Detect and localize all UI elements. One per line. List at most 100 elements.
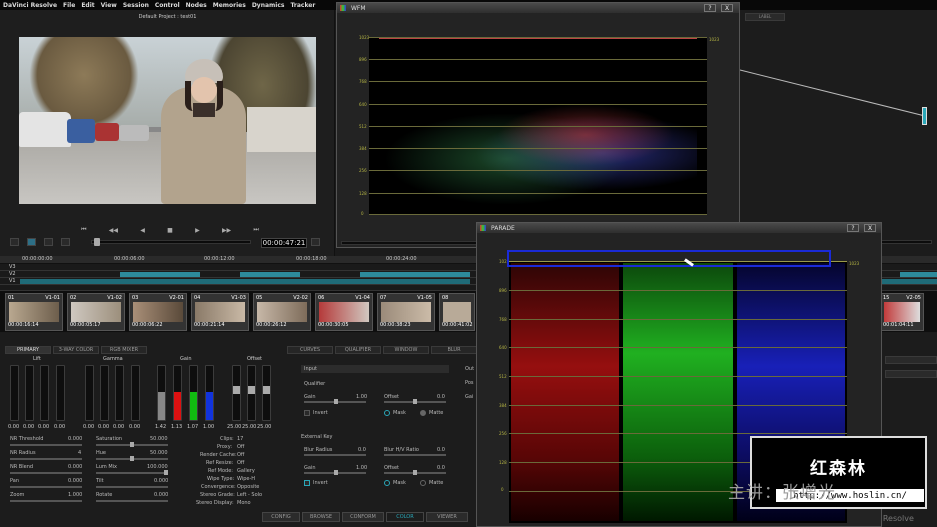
speaker-icon[interactable] bbox=[61, 238, 70, 246]
tab-qualifier[interactable]: QUALIFIER bbox=[335, 346, 381, 354]
qualifier-offset-value[interactable]: 0.0 bbox=[437, 394, 445, 400]
scrub-handle[interactable] bbox=[94, 238, 100, 246]
gain-slider-r[interactable] bbox=[173, 365, 182, 421]
clip-thumbnail[interactable]: 04 V1-03 00:00:21:14 bbox=[191, 293, 249, 331]
offset-slider-b[interactable] bbox=[262, 365, 271, 421]
menu-memories[interactable]: Memories bbox=[213, 2, 246, 9]
node-tab[interactable]: LABEL bbox=[745, 13, 785, 21]
pan-value[interactable]: 0.000 bbox=[68, 478, 82, 484]
clip-thumbnail[interactable]: 06 V1-04 00:00:30:05 bbox=[315, 293, 373, 331]
tilt-value[interactable]: 0.000 bbox=[154, 478, 168, 484]
pan-slider[interactable] bbox=[10, 486, 82, 488]
page-tab-browse[interactable]: BROWSE bbox=[302, 512, 340, 522]
tab-curves[interactable]: CURVES bbox=[287, 346, 333, 354]
play-button[interactable]: ▶ bbox=[195, 227, 200, 234]
tab-window[interactable]: WINDOW bbox=[383, 346, 429, 354]
qualifier-input-bar[interactable] bbox=[301, 365, 449, 373]
gain-slider-b[interactable] bbox=[205, 365, 214, 421]
gamma-slider-g[interactable] bbox=[115, 365, 124, 421]
menu-dynamics[interactable]: Dynamics bbox=[252, 2, 285, 9]
qualifier-gain-knob[interactable] bbox=[334, 399, 338, 404]
reverse-play-button[interactable]: ◀ bbox=[140, 227, 145, 234]
clip-thumbnail[interactable]: 03 V2-01 00:00:06:22 bbox=[129, 293, 187, 331]
ext-invert-checkbox[interactable] bbox=[304, 480, 310, 486]
timeline-clip[interactable] bbox=[240, 272, 300, 277]
zoom-slider[interactable] bbox=[10, 500, 82, 502]
blur-ratio-value[interactable]: 0.0 bbox=[437, 447, 445, 453]
menu-view[interactable]: View bbox=[101, 2, 117, 9]
page-tab-config[interactable]: CONFIG bbox=[262, 512, 300, 522]
nr-blend-value[interactable]: 0.000 bbox=[68, 464, 82, 470]
menu-session[interactable]: Session bbox=[123, 2, 149, 9]
clip-thumbnail[interactable]: 05 V2-02 00:00:26:12 bbox=[253, 293, 311, 331]
blur-radius-slider[interactable] bbox=[304, 454, 366, 456]
tilt-slider[interactable] bbox=[96, 486, 168, 488]
nr-blend-slider[interactable] bbox=[10, 472, 82, 474]
lift-slider-y[interactable] bbox=[10, 365, 19, 421]
ext-offset-value[interactable]: 0.0 bbox=[437, 465, 445, 471]
lum-mix-knob[interactable] bbox=[164, 470, 168, 475]
timeline-clip[interactable] bbox=[900, 272, 937, 277]
split-view-icon[interactable] bbox=[44, 238, 53, 246]
blur-radius-value[interactable]: 0.0 bbox=[358, 447, 366, 453]
ext-gain-value[interactable]: 1.00 bbox=[356, 465, 367, 471]
help-icon[interactable]: ? bbox=[704, 4, 716, 12]
timeline-clip[interactable] bbox=[20, 279, 470, 284]
clip-thumbnail[interactable]: 02 V1-02 00:00:05:17 bbox=[67, 293, 125, 331]
lum-mix-slider[interactable] bbox=[96, 472, 168, 474]
selection-rectangle[interactable] bbox=[507, 250, 831, 267]
menu-file[interactable]: File bbox=[63, 2, 75, 9]
page-tab-conform[interactable]: CONFORM bbox=[342, 512, 384, 522]
qualifier-offset-knob[interactable] bbox=[413, 399, 417, 404]
clip-thumbnail[interactable]: 01 V1-01 00:00:16:14 bbox=[5, 293, 63, 331]
ext-matte-radio[interactable] bbox=[420, 480, 426, 486]
gain-slider-g[interactable] bbox=[189, 365, 198, 421]
mask-radio[interactable] bbox=[384, 410, 390, 416]
pen-icon[interactable] bbox=[27, 238, 36, 246]
gamma-slider-y[interactable] bbox=[85, 365, 94, 421]
close-icon[interactable]: X bbox=[721, 4, 733, 12]
stop-button[interactable]: ■ bbox=[167, 227, 173, 234]
wfm-title-bar[interactable]: WFM ? X bbox=[337, 3, 739, 13]
ext-gain-knob[interactable] bbox=[334, 470, 338, 475]
saturation-value[interactable]: 50.000 bbox=[150, 436, 168, 442]
ext-offset-knob[interactable] bbox=[413, 470, 417, 475]
lift-slider-r[interactable] bbox=[25, 365, 34, 421]
menu-app[interactable]: DaVinci Resolve bbox=[3, 2, 57, 9]
rewind-button[interactable]: ◀◀ bbox=[109, 227, 118, 234]
lift-slider-g[interactable] bbox=[40, 365, 49, 421]
go-end-button[interactable]: ⏭ bbox=[253, 226, 258, 234]
timeline-clip[interactable] bbox=[360, 272, 470, 277]
menu-nodes[interactable]: Nodes bbox=[186, 2, 207, 9]
rotate-value[interactable]: 0.000 bbox=[154, 492, 168, 498]
go-start-button[interactable]: ⏮ bbox=[81, 226, 86, 234]
node-editor[interactable]: LABEL bbox=[740, 10, 937, 256]
blur-ratio-slider[interactable] bbox=[384, 454, 446, 456]
video-frame[interactable] bbox=[19, 37, 316, 204]
nr-radius-slider[interactable] bbox=[10, 458, 82, 460]
right-panel-bar[interactable] bbox=[885, 356, 937, 364]
timeline-clip[interactable] bbox=[120, 272, 200, 277]
menu-edit[interactable]: Edit bbox=[81, 2, 94, 9]
return-icon[interactable] bbox=[311, 238, 320, 246]
nr-radius-value[interactable]: 4 bbox=[78, 450, 81, 456]
gain-slider-y[interactable] bbox=[157, 365, 166, 421]
tab-rgb-mixer[interactable]: RGB MIXER bbox=[101, 346, 147, 354]
hue-value[interactable]: 50.000 bbox=[150, 450, 168, 456]
matte-radio[interactable] bbox=[420, 410, 426, 416]
wfm-window[interactable]: WFM ? X 1023 896 768 640 512 384 256 128… bbox=[336, 2, 740, 248]
invert-checkbox[interactable] bbox=[304, 410, 310, 416]
clip-thumbnail[interactable]: 07 V1-05 00:00:38:23 bbox=[377, 293, 435, 331]
right-panel-bar[interactable] bbox=[885, 370, 937, 378]
timeline-clip[interactable] bbox=[880, 279, 937, 284]
gamma-slider-r[interactable] bbox=[100, 365, 109, 421]
offset-slider-g[interactable] bbox=[247, 365, 256, 421]
help-icon[interactable]: ? bbox=[847, 224, 859, 232]
menu-control[interactable]: Control bbox=[155, 2, 180, 9]
lift-slider-b[interactable] bbox=[56, 365, 65, 421]
fast-forward-button[interactable]: ▶▶ bbox=[222, 227, 231, 234]
gamma-slider-b[interactable] bbox=[131, 365, 140, 421]
nr-threshold-slider[interactable] bbox=[10, 444, 82, 446]
zoom-value[interactable]: 1.000 bbox=[68, 492, 82, 498]
loop-icon[interactable] bbox=[10, 238, 19, 246]
